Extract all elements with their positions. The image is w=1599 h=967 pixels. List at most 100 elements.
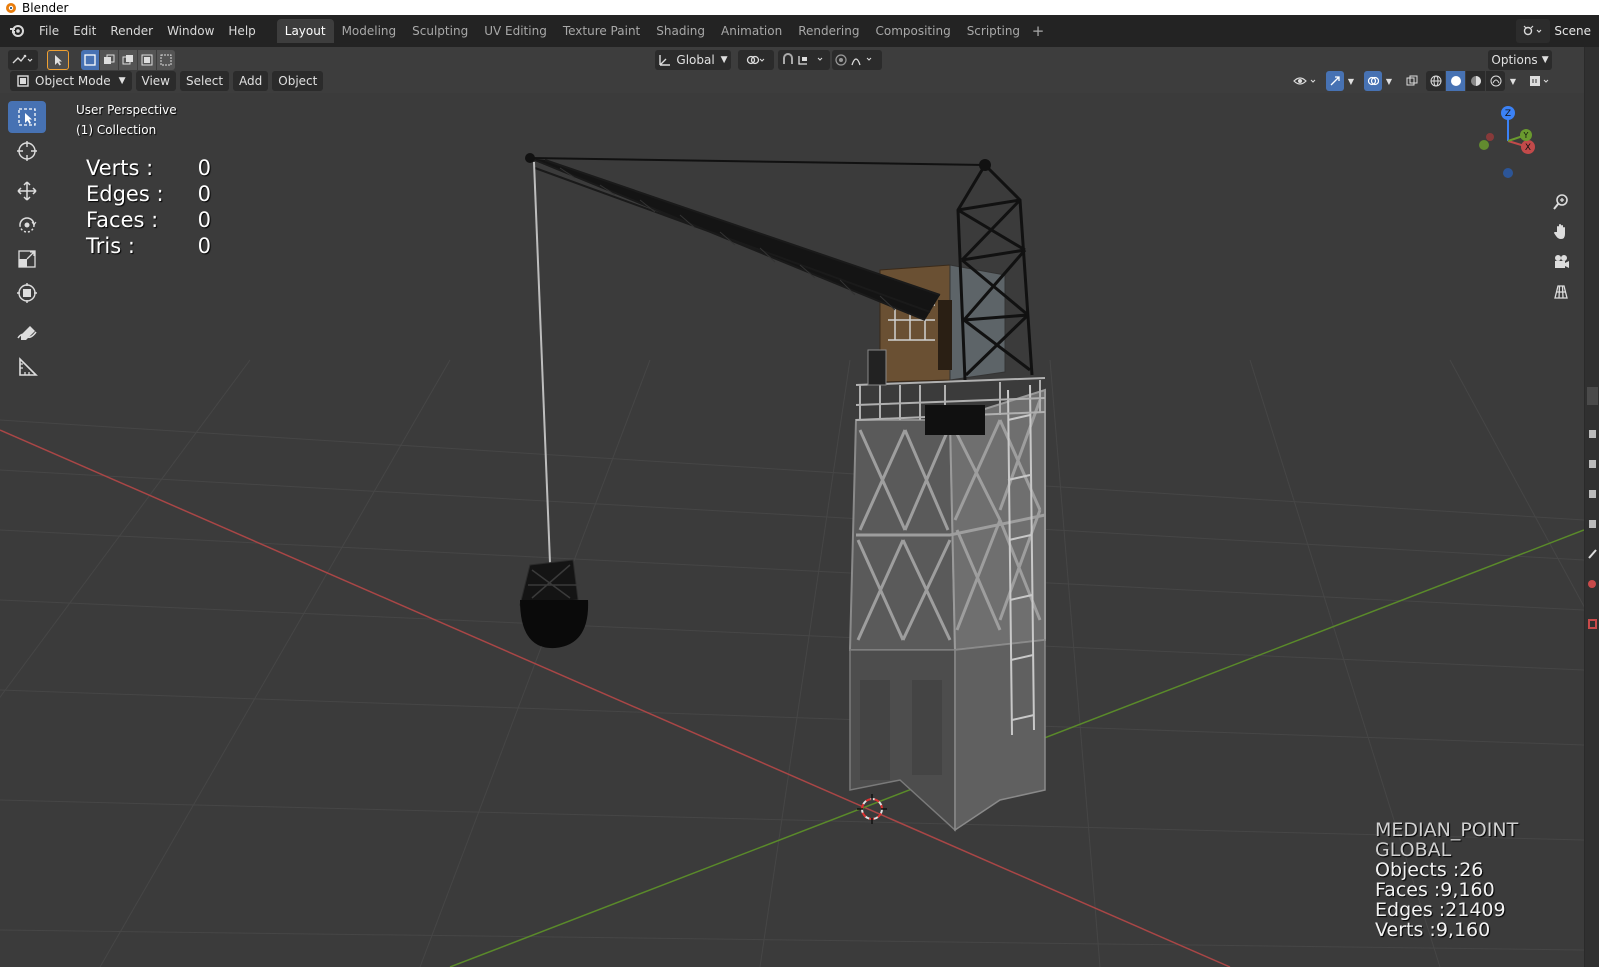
menu-file[interactable]: File	[32, 20, 66, 42]
measure-icon[interactable]	[8, 351, 46, 383]
visibility-icon[interactable]	[1290, 71, 1322, 91]
xray-toggle-icon[interactable]	[1402, 71, 1422, 91]
3d-viewport[interactable]: User Perspective (1) Collection Verts : 0…	[0, 93, 1584, 967]
render-properties-tab-icon[interactable]	[1587, 457, 1598, 475]
viewport-menu-object[interactable]: Object	[272, 71, 324, 91]
annotate-icon[interactable]	[8, 317, 46, 349]
select-mode-invert-icon[interactable]	[138, 50, 156, 70]
stat-label: Verts :	[86, 156, 154, 180]
viewport-shading-controls: ▼ ▼ ▼	[1290, 70, 1554, 92]
transform-orientation-select[interactable]: Global ▼	[655, 50, 731, 70]
top-bar: File Edit Render Window Help Layout Mode…	[0, 15, 1599, 47]
tab-layout[interactable]: Layout	[276, 19, 334, 43]
stat-row-tris: Tris : 0	[86, 233, 211, 259]
properties-tab[interactable]	[1587, 387, 1598, 405]
left-toolbar	[8, 101, 46, 385]
blender-app-icon	[6, 2, 16, 13]
select-box-icon[interactable]	[8, 101, 46, 133]
tab-sculpting[interactable]: Sculpting	[404, 19, 476, 43]
verts-count: Verts :9,160	[1375, 919, 1491, 941]
tab-modeling[interactable]: Modeling	[334, 19, 405, 43]
rotate-icon[interactable]	[8, 209, 46, 241]
mode-label: Object Mode	[35, 74, 111, 88]
chevron-down-icon[interactable]: ▼	[1382, 71, 1396, 91]
scene-selector: Scene	[1516, 15, 1599, 47]
select-mode-subtract-icon[interactable]	[119, 50, 137, 70]
view-layer-properties-tab-icon[interactable]	[1587, 517, 1598, 535]
tab-scripting[interactable]: Scripting	[959, 19, 1028, 43]
sidebar-toggle-icon[interactable]	[1526, 71, 1554, 91]
neg-y-axis-handle[interactable]	[1479, 140, 1489, 150]
viewport-collection-label: (1) Collection	[76, 123, 157, 137]
proportional-editing-toggle[interactable]	[832, 50, 882, 70]
blender-logo-icon[interactable]	[2, 16, 32, 46]
viewport-perspective-label: User Perspective	[76, 103, 177, 117]
scene-icon[interactable]	[1516, 19, 1551, 43]
options-label: Options	[1491, 53, 1538, 67]
overlays-toggle-icon[interactable]	[1364, 71, 1382, 91]
grid-icon[interactable]	[1547, 278, 1575, 306]
scene-properties-tab-icon[interactable]	[1587, 547, 1598, 565]
pivot-info: MEDIAN_POINT	[1375, 819, 1519, 841]
viewport-scene	[0, 93, 1584, 967]
menu-render[interactable]: Render	[103, 20, 160, 42]
stat-label: Tris :	[86, 234, 135, 258]
select-mode-intersect-icon[interactable]	[157, 50, 175, 70]
workspace-tabs: Layout Modeling Sculpting UV Editing Tex…	[276, 19, 1048, 43]
camera-icon[interactable]	[1547, 248, 1575, 276]
wireframe-shading-icon[interactable]	[1426, 71, 1445, 91]
window-title-bar: Blender	[0, 0, 1599, 15]
navigation-gizmo[interactable]: Z X Y	[1476, 101, 1556, 181]
add-workspace-button[interactable]: +	[1028, 20, 1048, 42]
pivot-point-select[interactable]	[738, 50, 774, 70]
chevron-down-icon[interactable]: ▼	[1506, 71, 1520, 91]
chevron-down-icon[interactable]: ▼	[1344, 71, 1358, 91]
object-properties-tab-icon[interactable]	[1587, 617, 1598, 635]
stat-row-verts: Verts : 0	[86, 155, 211, 181]
viewport-menu-select[interactable]: Select	[180, 71, 230, 91]
stat-value: 0	[197, 234, 211, 258]
viewport-menu-add[interactable]: Add	[233, 71, 269, 91]
world-properties-tab-icon[interactable]	[1587, 577, 1598, 595]
select-tool-indicator[interactable]	[47, 50, 69, 70]
tool-properties-tab-icon[interactable]	[1587, 427, 1598, 445]
move-icon[interactable]	[8, 175, 46, 207]
tab-shading[interactable]: Shading	[648, 19, 713, 43]
tab-uv-editing[interactable]: UV Editing	[476, 19, 555, 43]
scale-icon[interactable]	[8, 243, 46, 275]
tab-compositing[interactable]: Compositing	[867, 19, 958, 43]
properties-panel-edge[interactable]	[1584, 47, 1599, 967]
options-dropdown[interactable]: Options ▼	[1488, 50, 1552, 70]
material-shading-icon[interactable]	[1466, 71, 1485, 91]
viewport-menu-view[interactable]: View	[135, 71, 176, 91]
neg-z-axis-handle[interactable]	[1503, 168, 1513, 178]
hand-icon[interactable]	[1547, 218, 1575, 246]
tab-rendering[interactable]: Rendering	[790, 19, 867, 43]
solid-shading-icon[interactable]	[1446, 71, 1465, 91]
object-mode-icon	[17, 75, 29, 87]
stat-value: 0	[197, 208, 211, 232]
tab-animation[interactable]: Animation	[713, 19, 790, 43]
orientation-icon	[659, 55, 671, 66]
neg-x-axis-handle[interactable]	[1486, 133, 1494, 141]
select-mode-new-icon[interactable]	[81, 50, 99, 70]
tab-texture-paint[interactable]: Texture Paint	[555, 19, 648, 43]
editor-type-icon[interactable]	[8, 50, 38, 70]
menu-edit[interactable]: Edit	[66, 20, 103, 42]
scene-name[interactable]: Scene	[1554, 24, 1591, 38]
stat-row-edges: Edges : 0	[86, 181, 211, 207]
transform-icon[interactable]	[8, 277, 46, 309]
menu-help[interactable]: Help	[221, 20, 262, 42]
zoom-icon[interactable]	[1547, 188, 1575, 216]
menu-window[interactable]: Window	[160, 20, 221, 42]
select-mode-extend-icon[interactable]	[100, 50, 118, 70]
mode-select[interactable]: Object Mode ▼	[10, 71, 132, 91]
edges-count: Edges :21409	[1375, 899, 1506, 921]
rendered-shading-icon[interactable]	[1486, 71, 1505, 91]
gizmo-toggle-icon[interactable]	[1326, 71, 1344, 91]
snap-toggle[interactable]	[778, 50, 830, 70]
output-properties-tab-icon[interactable]	[1587, 487, 1598, 505]
cursor-icon[interactable]	[8, 135, 46, 167]
objects-count: Objects :26	[1375, 859, 1484, 881]
z-axis-label: Z	[1505, 109, 1511, 119]
